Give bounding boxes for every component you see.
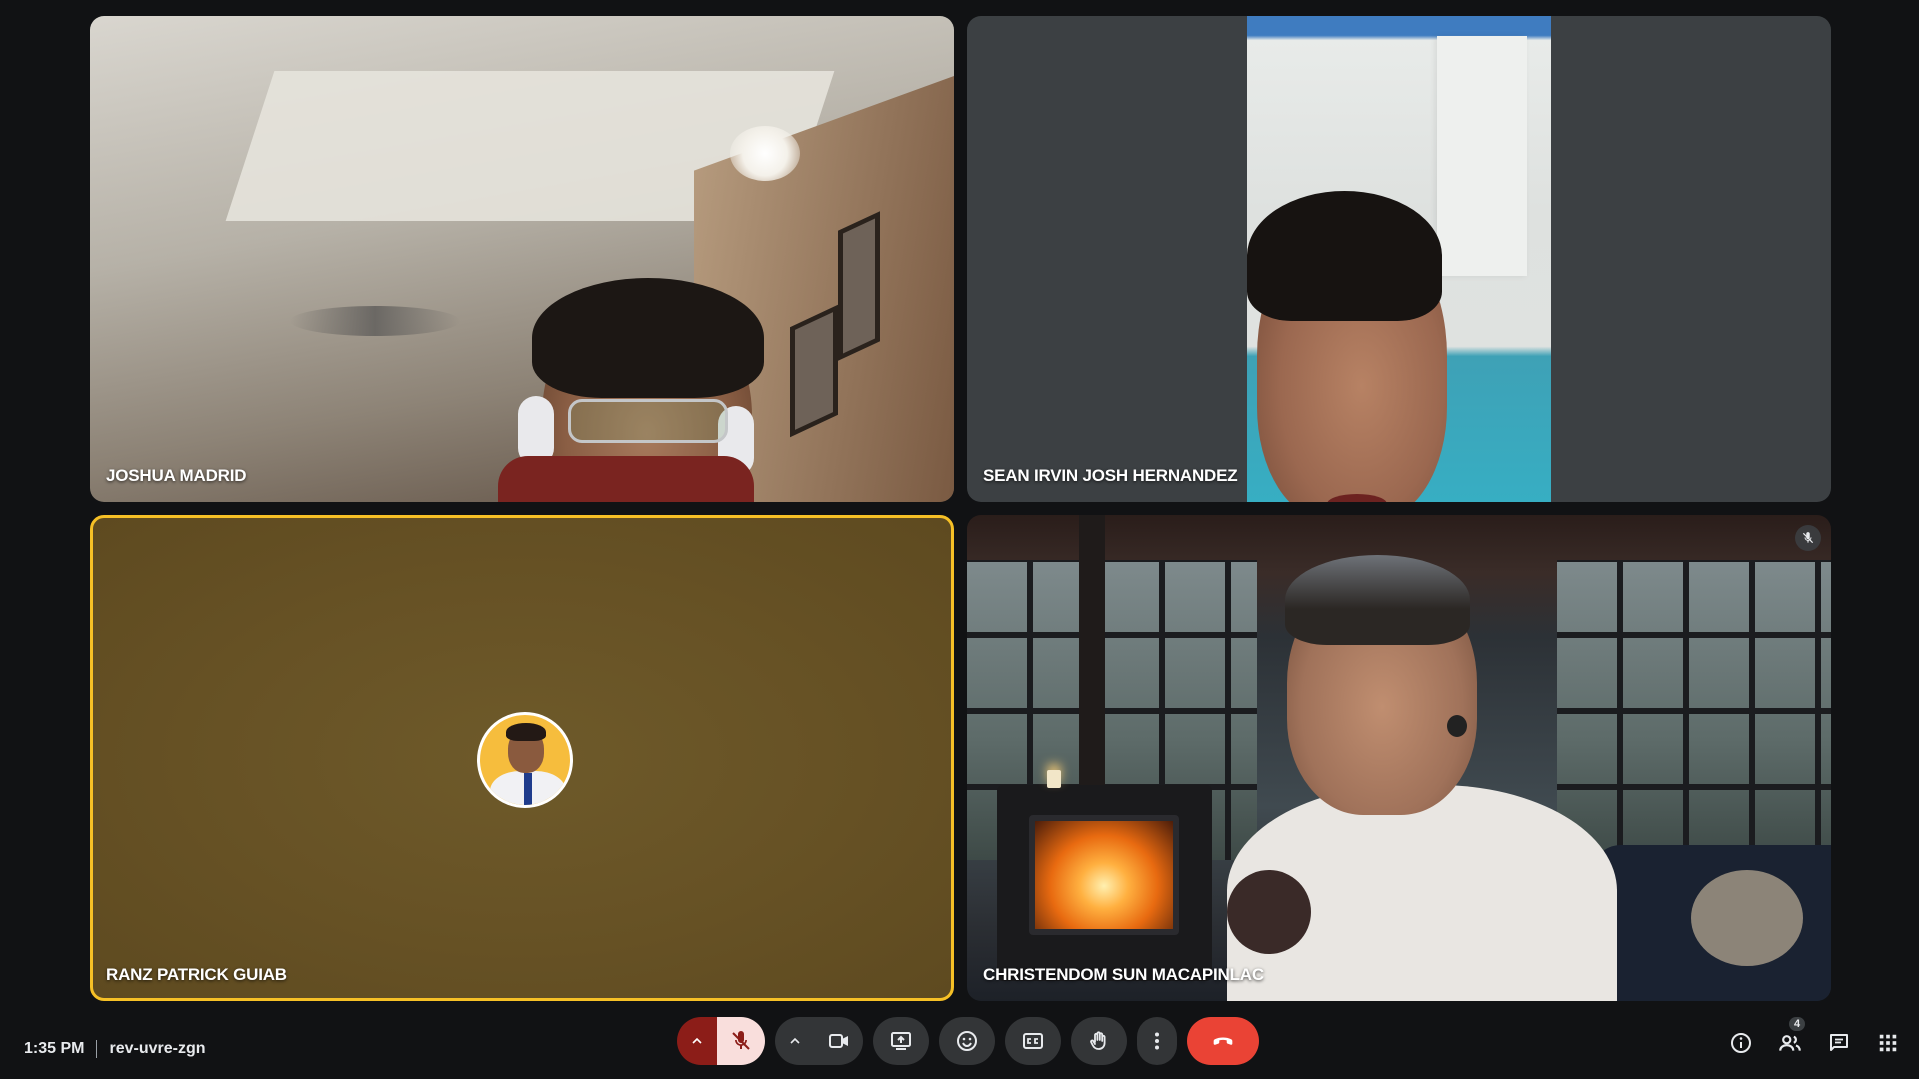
- video-background: [790, 304, 838, 438]
- apps-grid-icon: [1879, 1034, 1896, 1051]
- avatar-tie: [524, 773, 532, 805]
- present-screen-icon: [891, 1032, 911, 1050]
- chevron-up-icon: [692, 1037, 702, 1044]
- side-panel-buttons: 4: [1727, 1015, 1901, 1056]
- participant-video: [1227, 870, 1311, 954]
- hand-icon: [1090, 1031, 1106, 1050]
- info-icon: [1730, 1032, 1751, 1053]
- camera-options-button[interactable]: [775, 1017, 815, 1065]
- captions-icon: [1023, 1033, 1043, 1049]
- more-options-button[interactable]: [1137, 1017, 1177, 1065]
- meeting-toolbar: 1:35 PM rev-uvre-zgn 4: [0, 1010, 1919, 1079]
- chat-button[interactable]: [1825, 1029, 1852, 1056]
- video-background: [1029, 815, 1179, 935]
- meeting-code[interactable]: rev-uvre-zgn: [109, 1040, 205, 1058]
- leave-call-button[interactable]: [1187, 1017, 1259, 1065]
- mic-off-icon: [732, 1031, 750, 1050]
- participant-hair: [1247, 191, 1442, 321]
- participant-video: [498, 456, 754, 502]
- more-vert-icon: [1155, 1032, 1159, 1050]
- mic-off-icon: [1795, 525, 1821, 551]
- mic-options-button[interactable]: [677, 1017, 717, 1065]
- video-background: [1557, 560, 1831, 860]
- meeting-details-button[interactable]: [1727, 1029, 1754, 1056]
- participant-video: [532, 278, 764, 398]
- video-background: [1047, 770, 1061, 788]
- chat-icon: [1829, 1033, 1848, 1051]
- people-button[interactable]: 4: [1776, 1015, 1807, 1056]
- meeting-info: 1:35 PM rev-uvre-zgn: [24, 1040, 206, 1058]
- call-end-icon: [1213, 1037, 1233, 1045]
- participant-tile-christendom-sun-macapinlac[interactable]: CHRISTENDOM SUN MACAPINLAC: [967, 515, 1831, 1001]
- participant-video: [1447, 715, 1467, 737]
- raise-hand-button[interactable]: [1071, 1017, 1127, 1065]
- participant-count-badge: 4: [1787, 1015, 1807, 1033]
- video-background: [1691, 870, 1803, 966]
- emoji-icon: [957, 1031, 977, 1051]
- call-controls: [677, 1017, 1259, 1065]
- participant-video: [1285, 555, 1470, 645]
- avatar-hair: [506, 723, 546, 741]
- participant-tile-sean-irvin-josh-hernandez[interactable]: SEAN IRVIN JOSH HERNANDEZ: [967, 16, 1831, 502]
- participant-name: RANZ PATRICK GUIAB: [106, 965, 287, 984]
- video-background: [838, 211, 880, 361]
- video-background: [290, 306, 460, 336]
- video-background: [1437, 36, 1527, 276]
- avatar: [477, 712, 573, 808]
- participant-name: SEAN IRVIN JOSH HERNANDEZ: [983, 466, 1238, 485]
- present-button[interactable]: [873, 1017, 929, 1065]
- activities-button[interactable]: [1874, 1029, 1901, 1056]
- captions-button[interactable]: [1005, 1017, 1061, 1065]
- emoji-button[interactable]: [939, 1017, 995, 1065]
- divider: [96, 1040, 98, 1058]
- chevron-up-icon: [790, 1037, 800, 1044]
- participant-video: [1247, 16, 1551, 502]
- meeting-time: 1:35 PM: [24, 1040, 85, 1057]
- video-background: [730, 126, 800, 181]
- mic-toggle-button[interactable]: [717, 1017, 765, 1065]
- camera-control: [775, 1017, 863, 1065]
- participant-name: JOSHUA MADRID: [106, 466, 247, 485]
- video-background: [1079, 515, 1105, 815]
- participant-tile-joshua-madrid[interactable]: JOSHUA MADRID: [90, 16, 954, 502]
- camera-toggle-button[interactable]: [815, 1017, 863, 1065]
- participant-name: CHRISTENDOM SUN MACAPINLAC: [983, 965, 1264, 984]
- mic-control: [677, 1017, 765, 1065]
- participant-video: [568, 399, 728, 443]
- people-icon: [1778, 1034, 1801, 1051]
- videocam-icon: [829, 1034, 848, 1048]
- participant-tile-ranz-patrick-guiab[interactable]: RANZ PATRICK GUIAB: [90, 515, 954, 1001]
